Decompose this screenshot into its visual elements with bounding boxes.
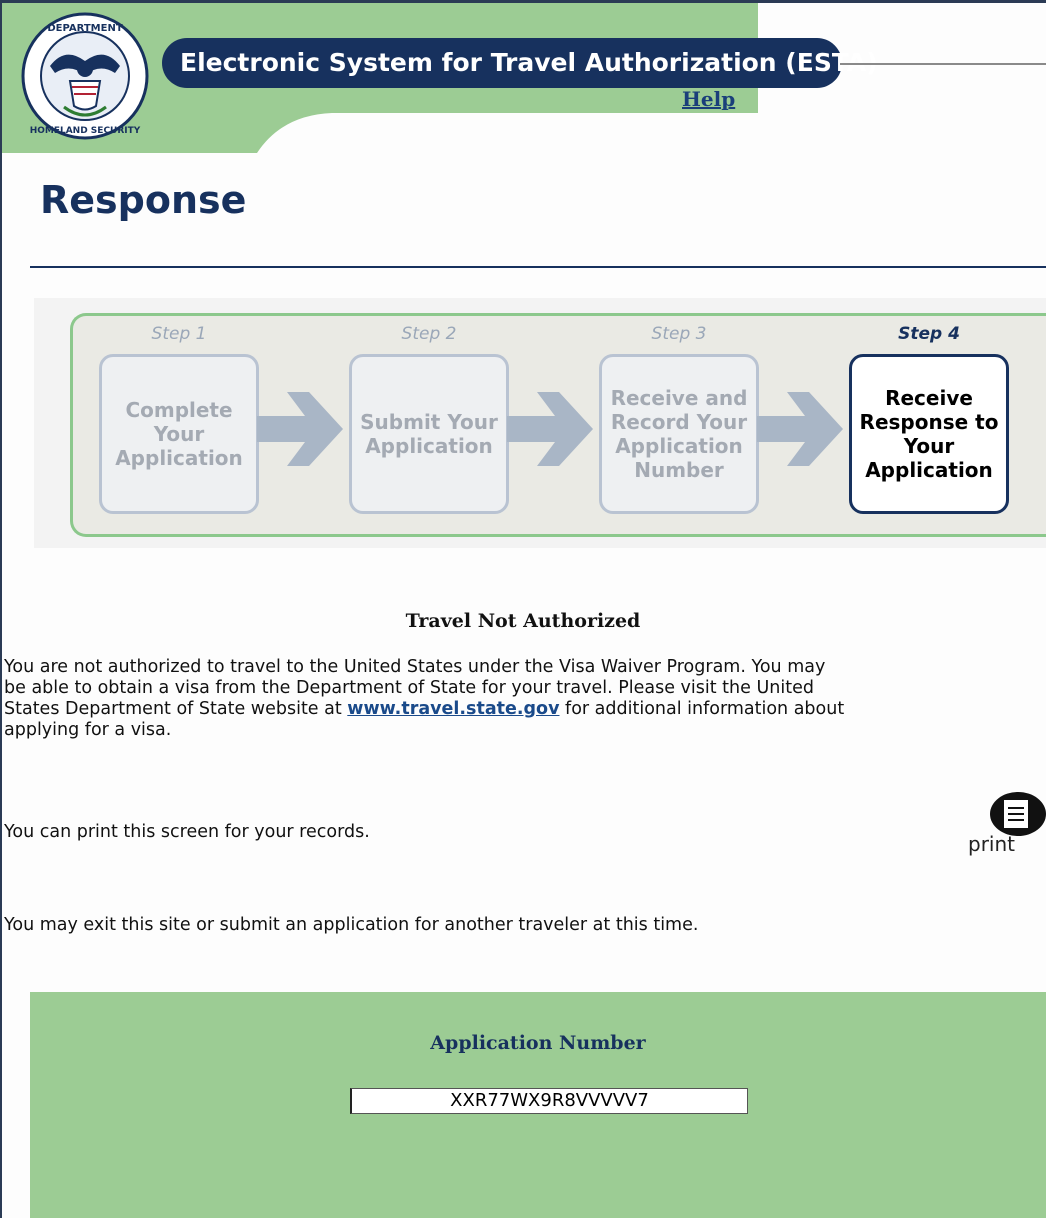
step-4-label: Step 4 <box>898 324 960 344</box>
step-2-box: Submit Your Application <box>349 354 509 514</box>
application-number-field[interactable]: XXR77WX9R8VVVVV7 <box>350 1088 748 1114</box>
notice-line-2: be able to obtain a visa from the Depart… <box>4 678 814 698</box>
system-title-banner: Electronic System for Travel Authorizati… <box>162 38 878 88</box>
step-1-box: Complete Your Application <box>99 354 259 514</box>
notice-line-3a: States Department of State website at <box>4 699 348 719</box>
title-divider <box>30 266 1046 268</box>
print-label: print <box>968 832 1015 856</box>
step-3-text: Receive and Record Your Application Numb… <box>610 386 748 482</box>
site-header: DEPARTMENT HOMELAND SECURITY Electronic … <box>2 3 1046 153</box>
print-prompt: You can print this screen for your recor… <box>4 822 370 842</box>
exit-instructions: You may exit this site or submit an appl… <box>4 915 699 935</box>
dhs-seal-icon: DEPARTMENT HOMELAND SECURITY <box>21 12 149 140</box>
notice-line-1: You are not authorized to travel to the … <box>4 657 826 677</box>
step-4-text: Receive Response to Your Application <box>859 386 999 482</box>
application-number-panel: Application Number XXR77WX9R8VVVVV7 <box>30 992 1046 1218</box>
arrow-right-icon <box>757 392 843 466</box>
progress-steps: Step 1 Complete Your Application Step 2 … <box>70 313 1046 537</box>
step-4-box: Receive Response to Your Application <box>849 354 1009 514</box>
print-button[interactable]: print <box>962 788 1046 870</box>
application-number-label: Application Number <box>430 1032 646 1054</box>
window-left-border <box>0 0 2 1218</box>
help-link[interactable]: Help <box>682 87 735 111</box>
step-2-label: Step 2 <box>401 324 457 344</box>
arrow-right-icon <box>257 392 343 466</box>
notice-line-4: applying for a visa. <box>4 720 172 740</box>
step-1-text: Complete Your Application <box>115 398 243 470</box>
header-divider-line <box>840 63 1046 65</box>
step-1-label: Step 1 <box>151 324 207 344</box>
step-3-box: Receive and Record Your Application Numb… <box>599 354 759 514</box>
svg-text:HOMELAND SECURITY: HOMELAND SECURITY <box>30 126 141 136</box>
print-icon <box>990 792 1046 836</box>
travel-state-gov-link[interactable]: www.travel.state.gov <box>347 699 559 719</box>
svg-text:DEPARTMENT: DEPARTMENT <box>47 23 123 34</box>
step-3-label: Step 3 <box>651 324 707 344</box>
notice-line-3b: for additional information about <box>559 699 845 719</box>
notice-paragraph: You are not authorized to travel to the … <box>4 657 1046 741</box>
page-title: Response <box>40 178 247 222</box>
notice-heading: Travel Not Authorized <box>405 610 641 632</box>
arrow-right-icon <box>507 392 593 466</box>
step-2-text: Submit Your Application <box>360 410 498 458</box>
